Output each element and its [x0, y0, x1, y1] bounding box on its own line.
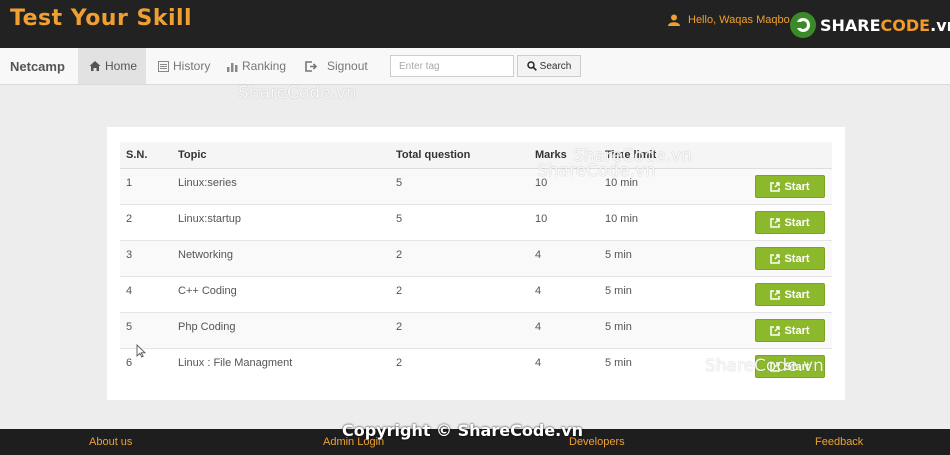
cell-marks: 4 — [535, 357, 542, 369]
signout-icon — [305, 60, 317, 72]
table-row: 2 Linux:startup 5 10 10 min Start — [120, 205, 832, 241]
table-row: 3 Networking 2 4 5 min Start — [120, 241, 832, 277]
cell-total-question: 2 — [396, 357, 403, 369]
header-sn: S.N. — [126, 149, 148, 161]
cell-time-limit: 5 min — [605, 321, 632, 333]
history-icon — [158, 60, 169, 72]
cell-topic: Linux : File Managment — [178, 357, 293, 369]
header-time-limit: Time limit — [605, 149, 657, 161]
table-header: S.N. Topic Total question Marks Time lim… — [120, 142, 832, 169]
start-button-label: Start — [784, 180, 810, 193]
cell-marks: 10 — [535, 213, 548, 225]
external-link-icon — [770, 253, 781, 264]
header-marks: Marks — [535, 149, 567, 161]
external-link-icon — [770, 325, 781, 336]
cell-marks: 4 — [535, 249, 542, 261]
start-button[interactable]: Start — [755, 175, 825, 198]
cell-total-question: 5 — [396, 177, 403, 189]
cell-topic: Linux:series — [178, 177, 237, 189]
start-button-label: Start — [784, 324, 810, 337]
tag-search-input[interactable] — [390, 55, 514, 77]
cell-marks: 4 — [535, 321, 542, 333]
cell-time-limit: 5 min — [605, 357, 632, 369]
start-button-label: Start — [784, 360, 810, 373]
nav-label-signout: Signout — [327, 59, 368, 73]
header-topic: Topic — [178, 149, 207, 161]
cell-marks: 10 — [535, 177, 548, 189]
cell-sn: 2 — [126, 213, 133, 225]
cell-topic: Linux:startup — [178, 213, 241, 225]
header-total-question: Total question — [396, 149, 471, 161]
copyright-watermark: Copyright © ShareCode.vn — [342, 421, 584, 440]
sharecode-logo: SHARECODE.vn — [790, 10, 950, 40]
cell-total-question: 2 — [396, 249, 403, 261]
footer-link-feedback[interactable]: Feedback — [815, 436, 863, 448]
cell-sn: 5 — [126, 321, 133, 333]
start-button[interactable]: Start — [755, 355, 825, 378]
cell-total-question: 2 — [396, 285, 403, 297]
main-navbar: Netcamp Home History Ranking Signout Sea… — [0, 48, 950, 85]
cell-sn: 6 — [126, 357, 133, 369]
cell-time-limit: 5 min — [605, 249, 632, 261]
cell-total-question: 5 — [396, 213, 403, 225]
cell-time-limit: 10 min — [605, 177, 639, 189]
table-row: 4 C++ Coding 2 4 5 min Start — [120, 277, 832, 313]
start-button[interactable]: Start — [755, 211, 825, 234]
cell-total-question: 2 — [396, 321, 403, 333]
greeting-text: Hello, Waqas Maqbo — [688, 14, 790, 26]
home-icon — [89, 61, 101, 71]
search-button[interactable]: Search — [517, 55, 581, 77]
cell-marks: 4 — [535, 285, 542, 297]
quiz-table-panel: S.N. Topic Total question Marks Time lim… — [107, 127, 845, 400]
external-link-icon — [770, 289, 781, 300]
bar-chart-icon — [227, 62, 238, 72]
nav-label-history: History — [173, 59, 211, 73]
start-button-label: Start — [784, 288, 810, 301]
start-button[interactable]: Start — [755, 247, 825, 270]
external-link-icon — [770, 361, 781, 372]
user-icon — [668, 14, 680, 26]
mouse-cursor-icon — [136, 344, 146, 358]
table-row: 1 Linux:series 5 10 10 min Start — [120, 169, 832, 205]
start-button[interactable]: Start — [755, 319, 825, 342]
nav-brand[interactable]: Netcamp — [10, 59, 65, 74]
nav-item-home[interactable]: Home — [78, 48, 146, 84]
cell-sn: 1 — [126, 177, 133, 189]
top-header: Test Your Skill Hello, Waqas Maqbo SHARE… — [0, 0, 950, 48]
cell-sn: 4 — [126, 285, 133, 297]
nav-label-home: Home — [105, 59, 138, 73]
external-link-icon — [770, 181, 781, 192]
logo-mark-icon — [790, 12, 816, 38]
nav-item-history[interactable]: History — [158, 48, 210, 84]
external-link-icon — [770, 217, 781, 228]
table-row: 5 Php Coding 2 4 5 min Start — [120, 313, 832, 349]
table-row: 6 Linux : File Managment 2 4 5 min Start — [120, 349, 832, 385]
app-title: Test Your Skill — [10, 6, 193, 31]
cell-sn: 3 — [126, 249, 133, 261]
start-button-label: Start — [784, 216, 810, 229]
cell-time-limit: 5 min — [605, 285, 632, 297]
nav-label-ranking: Ranking — [242, 59, 287, 73]
start-button[interactable]: Start — [755, 283, 825, 306]
nav-item-ranking[interactable]: Ranking — [227, 48, 286, 84]
footer-link-about[interactable]: About us — [89, 436, 132, 448]
cell-topic: Networking — [178, 249, 234, 261]
logo-text: SHARECODE.vn — [820, 15, 950, 35]
cell-topic: C++ Coding — [178, 285, 237, 297]
user-greeting[interactable]: Hello, Waqas Maqbo — [668, 14, 790, 26]
cell-topic: Php Coding — [178, 321, 236, 333]
cell-time-limit: 10 min — [605, 213, 639, 225]
nav-item-signout[interactable]: Signout — [305, 48, 368, 84]
search-button-label: Search — [539, 60, 572, 72]
start-button-label: Start — [784, 252, 810, 265]
watermark-text: ShareCode.vn — [238, 83, 357, 103]
search-icon — [526, 61, 537, 71]
